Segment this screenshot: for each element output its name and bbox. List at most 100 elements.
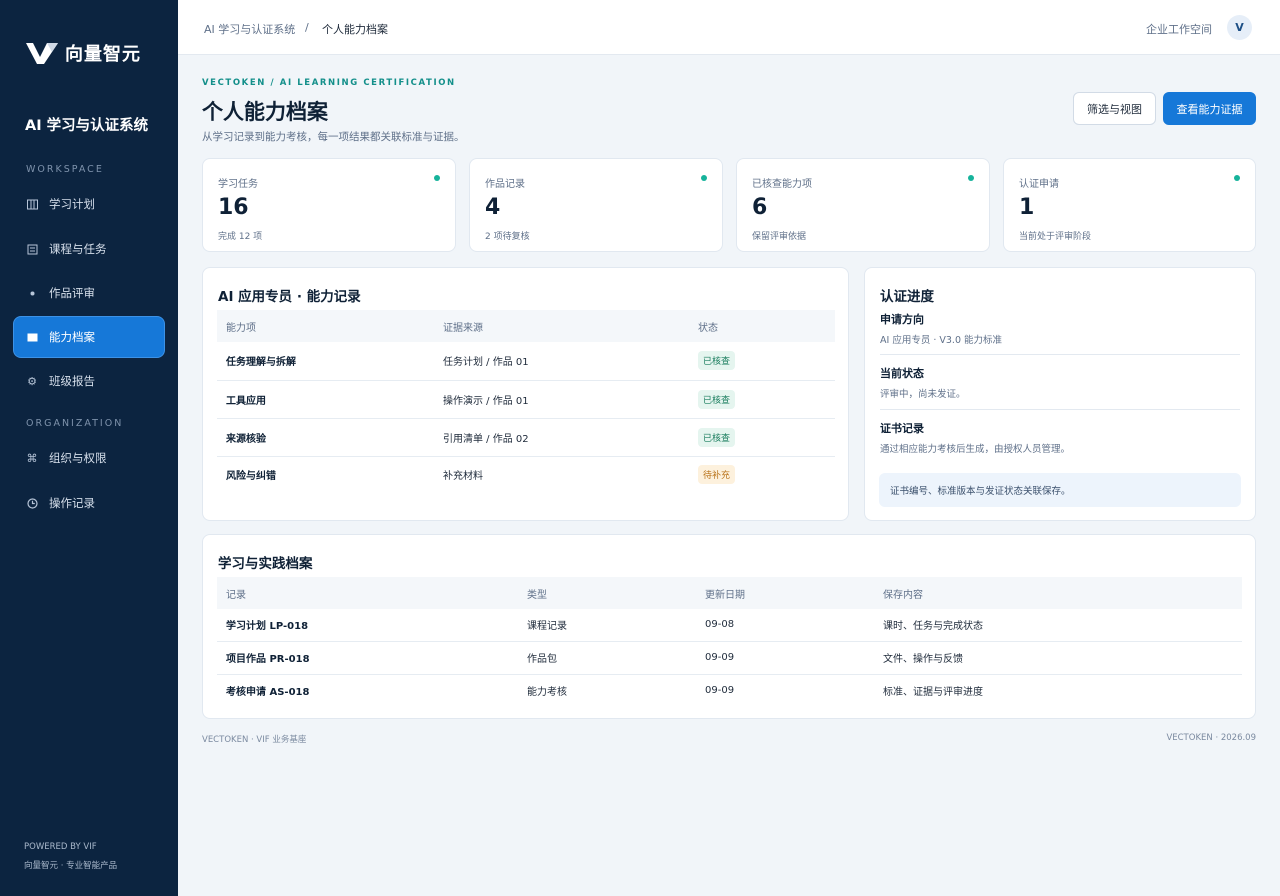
view-evidence-button[interactable]: 查看能力证据	[1163, 92, 1256, 125]
breadcrumb-separator: /	[305, 21, 309, 34]
sidebar-item-label: 课程与任务	[49, 242, 107, 256]
breadcrumb-current: 个人能力档案	[322, 23, 388, 36]
direction-value: AI 应用专员 · V3.0 能力标准	[880, 335, 1003, 346]
sidebar-item-label: 能力档案	[49, 330, 95, 344]
ability-item: 任务理解与拆解	[217, 342, 434, 381]
sidebar-item-org-permissions[interactable]: ⌘ 组织与权限	[14, 438, 164, 478]
status-dot-icon	[1234, 175, 1240, 181]
sidebar-item-label: 操作记录	[49, 496, 95, 510]
logo-mark-icon	[26, 43, 58, 64]
stat-label: 学习任务	[218, 179, 258, 190]
page-subtitle: 从学习记录到能力考核，每一项结果都关联标准与证据。	[202, 131, 465, 143]
sidebar-item-label: 组织与权限	[49, 451, 107, 465]
stat-note: 保留评审依据	[752, 232, 807, 242]
archive-date: 09-09	[705, 684, 735, 696]
list-icon	[26, 243, 38, 255]
archive-record: 项目作品 PR-018	[217, 641, 518, 675]
divider	[880, 409, 1240, 410]
ability-record-card: AI 应用专员 · 能力记录 能力项 证据来源 状态 任务理解与拆解 任务计划 …	[202, 267, 849, 521]
divider	[880, 354, 1240, 355]
sidebar-item-work-review[interactable]: 作品评审	[14, 273, 164, 313]
status-dot-icon	[701, 175, 707, 181]
ability-item: 风险与纠错	[226, 471, 276, 483]
dot-icon	[26, 287, 38, 299]
direction-label: 申请方向	[880, 313, 924, 326]
sidebar-item-label: 学习计划	[49, 197, 95, 211]
table-header-row: 记录 类型 更新日期 保存内容	[217, 577, 1242, 609]
sidebar-item-label: 班级报告	[49, 374, 95, 388]
archive-content: 文件、操作与反馈	[874, 641, 1242, 675]
stat-card-learning-tasks: 学习任务 16 完成 12 项	[202, 158, 456, 252]
archive-content: 标准、证据与评审进度	[883, 686, 983, 698]
cert-label: 证书记录	[880, 422, 924, 435]
clock-icon	[26, 497, 38, 509]
breadcrumb-root[interactable]: AI 学习与认证系统	[204, 21, 295, 37]
archive-type: 课程记录	[518, 609, 696, 642]
archive-content: 课时、任务与完成状态	[874, 609, 1242, 642]
table-row[interactable]: 工具应用 操作演示 / 作品 01 已核查	[217, 380, 835, 419]
avatar[interactable]: V	[1227, 15, 1252, 40]
sidebar-item-courses[interactable]: 课程与任务	[14, 229, 164, 269]
page-title: 个人能力档案	[202, 100, 328, 124]
brand-logo[interactable]: 向量智元	[25, 40, 141, 66]
status-dot-icon	[968, 175, 974, 181]
sidebar-item-operation-log[interactable]: 操作记录	[14, 483, 164, 523]
gear-icon: ⚙	[27, 374, 37, 388]
sidebar-item-study-plan[interactable]: 学习计划	[14, 184, 164, 224]
archive-type: 能力考核	[527, 686, 567, 698]
ability-source: 补充材料	[443, 471, 483, 483]
nav-section-organization: ORGANIZATION	[26, 418, 124, 429]
column-header: 证据来源	[434, 310, 689, 342]
ability-source: 引用清单 / 作品 02	[434, 418, 689, 457]
column-header: 更新日期	[696, 577, 874, 609]
system-title: AI 学习与认证系统	[25, 118, 149, 134]
stat-label: 已核查能力项	[752, 179, 812, 190]
nav-section-workspace: WORKSPACE	[26, 164, 104, 175]
table-row[interactable]: 学习计划 LP-018 课程记录 09-08 课时、任务与完成状态	[217, 609, 1242, 642]
table-row[interactable]: 来源核验 引用清单 / 作品 02 已核查	[217, 418, 835, 457]
stat-note: 当前处于评审阶段	[1019, 232, 1092, 242]
learning-archive-card: 学习与实践档案 记录 类型 更新日期 保存内容 学习计划 LP-018 课程记录…	[202, 534, 1256, 719]
app-shell: 向量智元 AI 学习与认证系统 WORKSPACE 学习计划 课程与任务 作品评…	[0, 0, 1280, 896]
cert-value: 通过相应能力考核后生成，由授权人员管理。	[880, 444, 1071, 455]
stat-card-verified-abilities: 已核查能力项 6 保留评审依据	[736, 158, 990, 252]
column-header: 保存内容	[874, 577, 1242, 609]
archive-date: 09-09	[696, 641, 874, 675]
columns-icon	[26, 198, 38, 210]
column-header: 状态	[689, 310, 835, 342]
sidebar-item-label: 作品评审	[49, 286, 95, 300]
certification-progress-card: 认证进度 申请方向 AI 应用专员 · V3.0 能力标准 当前状态 评审中，尚…	[864, 267, 1256, 521]
ability-record-title: AI 应用专员 · 能力记录	[218, 289, 361, 305]
column-header: 记录	[217, 577, 518, 609]
page-eyebrow: VECTOKEN / AI LEARNING CERTIFICATION	[202, 78, 456, 88]
filter-view-button[interactable]: 筛选与视图	[1073, 92, 1156, 125]
main-content: AI 学习与认证系统 / 个人能力档案 企业工作空间 V VECTOKEN / …	[178, 0, 1280, 896]
stat-value: 6	[752, 195, 768, 220]
sidebar-item-class-report[interactable]: ⚙ 班级报告	[14, 361, 164, 401]
table-row[interactable]: 考核申请 AS-018 能力考核 09-09 标准、证据与评审进度	[217, 674, 1242, 706]
status-badge: 已核查	[698, 389, 736, 409]
sidebar-item-ability-profile[interactable]: 能力档案	[14, 317, 164, 357]
workspace-link[interactable]: 企业工作空间	[1146, 21, 1212, 37]
footer-right: VECTOKEN · 2026.09	[1166, 733, 1256, 743]
column-header: 能力项	[217, 310, 434, 342]
status-value: 评审中，尚未发证。	[880, 389, 966, 400]
certification-progress-title: 认证进度	[880, 289, 934, 305]
table-row[interactable]: 任务理解与拆解 任务计划 / 作品 01 已核查	[217, 342, 835, 381]
learning-archive-title: 学习与实践档案	[218, 556, 313, 572]
stat-label: 作品记录	[485, 179, 525, 190]
brand-name: 向量智元	[65, 44, 141, 65]
table-row[interactable]: 风险与纠错 补充材料 待补充	[217, 456, 835, 493]
stat-card-work-records: 作品记录 4 2 项待复核	[469, 158, 723, 252]
table-row[interactable]: 项目作品 PR-018 作品包 09-09 文件、操作与反馈	[217, 641, 1242, 675]
archive-record: 学习计划 LP-018	[217, 609, 518, 642]
command-icon: ⌘	[26, 451, 38, 465]
stat-note: 2 项待复核	[485, 232, 530, 242]
status-badge: 已核查	[698, 427, 736, 447]
powered-by-subtitle: 向量智元 · 专业智能产品	[24, 861, 118, 871]
archive-table: 记录 类型 更新日期 保存内容 学习计划 LP-018 课程记录 09-08 课…	[217, 577, 1242, 706]
footer-left: VECTOKEN · VIF 业务基座	[202, 735, 307, 745]
status-label: 当前状态	[880, 367, 924, 380]
sidebar: 向量智元 AI 学习与认证系统 WORKSPACE 学习计划 课程与任务 作品评…	[0, 0, 178, 896]
column-header: 类型	[518, 577, 696, 609]
